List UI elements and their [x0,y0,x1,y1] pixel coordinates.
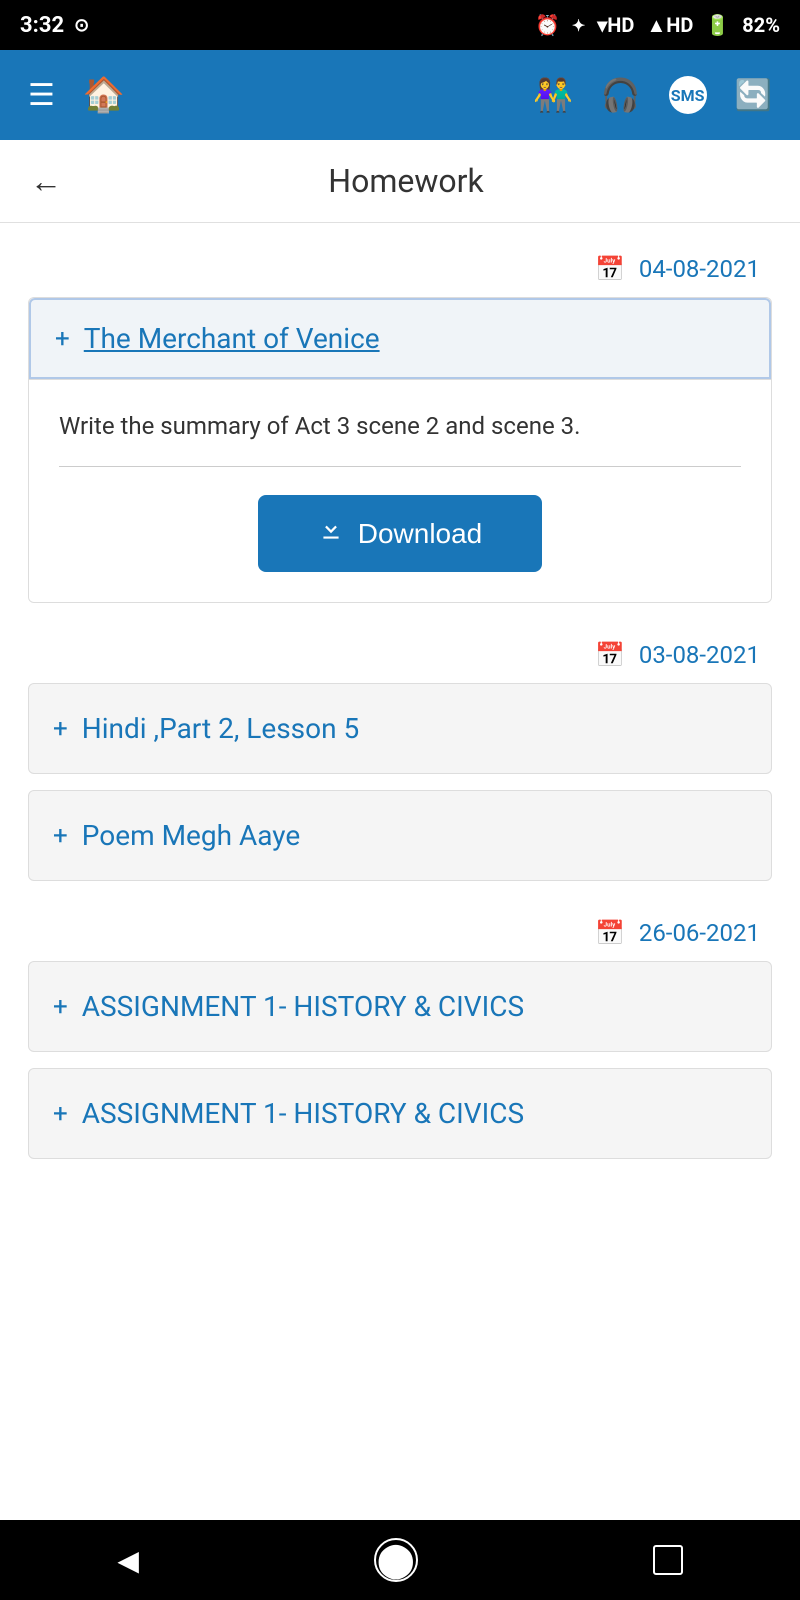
homework-card-hindi: + Hindi ,Part 2, Lesson 5 [28,683,772,774]
home-icon[interactable]: 🏠 [83,75,125,115]
nav-bar: ☰ 🏠 👫 🎧 SMS 🔄 [0,50,800,140]
expand-icon-hindi: + [53,714,68,744]
homework-card-poem-header[interactable]: + Poem Megh Aaye [29,791,771,880]
date-section-3: 📅 26-06-2021 [0,897,800,961]
calendar-icon-2: 📅 [595,641,625,669]
wifi-icon: ▾HD [597,13,634,37]
homework-card-assignment2: + ASSIGNMENT 1- HISTORY & CIVICS [28,1068,772,1159]
homework-card-poem: + Poem Megh Aaye [28,790,772,881]
refresh-icon[interactable]: 🔄 [735,78,772,113]
content: 📅 04-08-2021 + The Merchant of Venice Wr… [0,223,800,1255]
homework-card-merchant-body: Write the summary of Act 3 scene 2 and s… [29,379,771,602]
signal-icon: ▲HD [646,13,693,38]
homework-card-assignment1: + ASSIGNMENT 1- HISTORY & CIVICS [28,961,772,1052]
bluetooth-icon: ✦ [572,16,585,35]
homework-description-merchant: Write the summary of Act 3 scene 2 and s… [59,408,741,444]
expand-icon-assignment1: + [53,992,68,1022]
expand-icon-assignment2: + [53,1099,68,1129]
expand-icon-merchant: + [55,324,70,354]
menu-icon[interactable]: ☰ [28,78,55,113]
carrier-icon: ⊙ [74,15,89,36]
homework-card-assignment2-header[interactable]: + ASSIGNMENT 1- HISTORY & CIVICS [29,1069,771,1158]
bottom-square-icon[interactable] [653,1545,683,1575]
status-left: 3:32 ⊙ [20,13,89,38]
download-icon [318,517,344,550]
calendar-icon-1: 📅 [595,255,625,283]
download-button[interactable]: Download [258,495,543,572]
download-label: Download [358,518,483,550]
page-header: ← Homework [0,140,800,223]
battery-percent: 82% [742,13,780,37]
bottom-nav: ◀ ⬤ [0,1520,800,1600]
expand-icon-poem: + [53,821,68,851]
homework-card-assignment1-header[interactable]: + ASSIGNMENT 1- HISTORY & CIVICS [29,962,771,1051]
status-bar: 3:32 ⊙ ⏰ ✦ ▾HD ▲HD 🔋 82% [0,0,800,50]
homework-title-hindi: Hindi ,Part 2, Lesson 5 [82,712,359,745]
calendar-icon-3: 📅 [595,919,625,947]
homework-title-assignment2: ASSIGNMENT 1- HISTORY & CIVICS [82,1097,524,1130]
homework-title-merchant: The Merchant of Venice [84,322,380,355]
date-section-1: 📅 04-08-2021 [0,233,800,297]
homework-card-merchant: + The Merchant of Venice Write the summa… [28,297,772,603]
date-label-1: 04-08-2021 [639,255,760,283]
headphones-icon[interactable]: 🎧 [601,76,641,114]
homework-title-poem: Poem Megh Aaye [82,819,300,852]
group-icon[interactable]: 👫 [533,76,573,114]
date-label-2: 03-08-2021 [639,641,760,669]
sms-icon[interactable]: SMS [669,76,707,114]
divider [59,466,741,467]
back-button[interactable]: ← [30,162,62,200]
nav-right: 👫 🎧 SMS 🔄 [533,76,772,114]
bottom-back-icon[interactable]: ◀ [117,1544,139,1577]
time-display: 3:32 [20,13,64,38]
nav-left: ☰ 🏠 [28,75,125,115]
homework-title-assignment1: ASSIGNMENT 1- HISTORY & CIVICS [82,990,524,1023]
bottom-home-icon[interactable]: ⬤ [374,1538,418,1582]
homework-card-merchant-header[interactable]: + The Merchant of Venice [29,298,771,379]
page-title: Homework [82,162,730,200]
status-right: ⏰ ✦ ▾HD ▲HD 🔋 82% [535,13,780,38]
alarm-icon: ⏰ [535,13,560,37]
battery-icon: 🔋 [705,13,730,37]
date-label-3: 26-06-2021 [639,919,760,947]
homework-card-hindi-header[interactable]: + Hindi ,Part 2, Lesson 5 [29,684,771,773]
date-section-2: 📅 03-08-2021 [0,619,800,683]
